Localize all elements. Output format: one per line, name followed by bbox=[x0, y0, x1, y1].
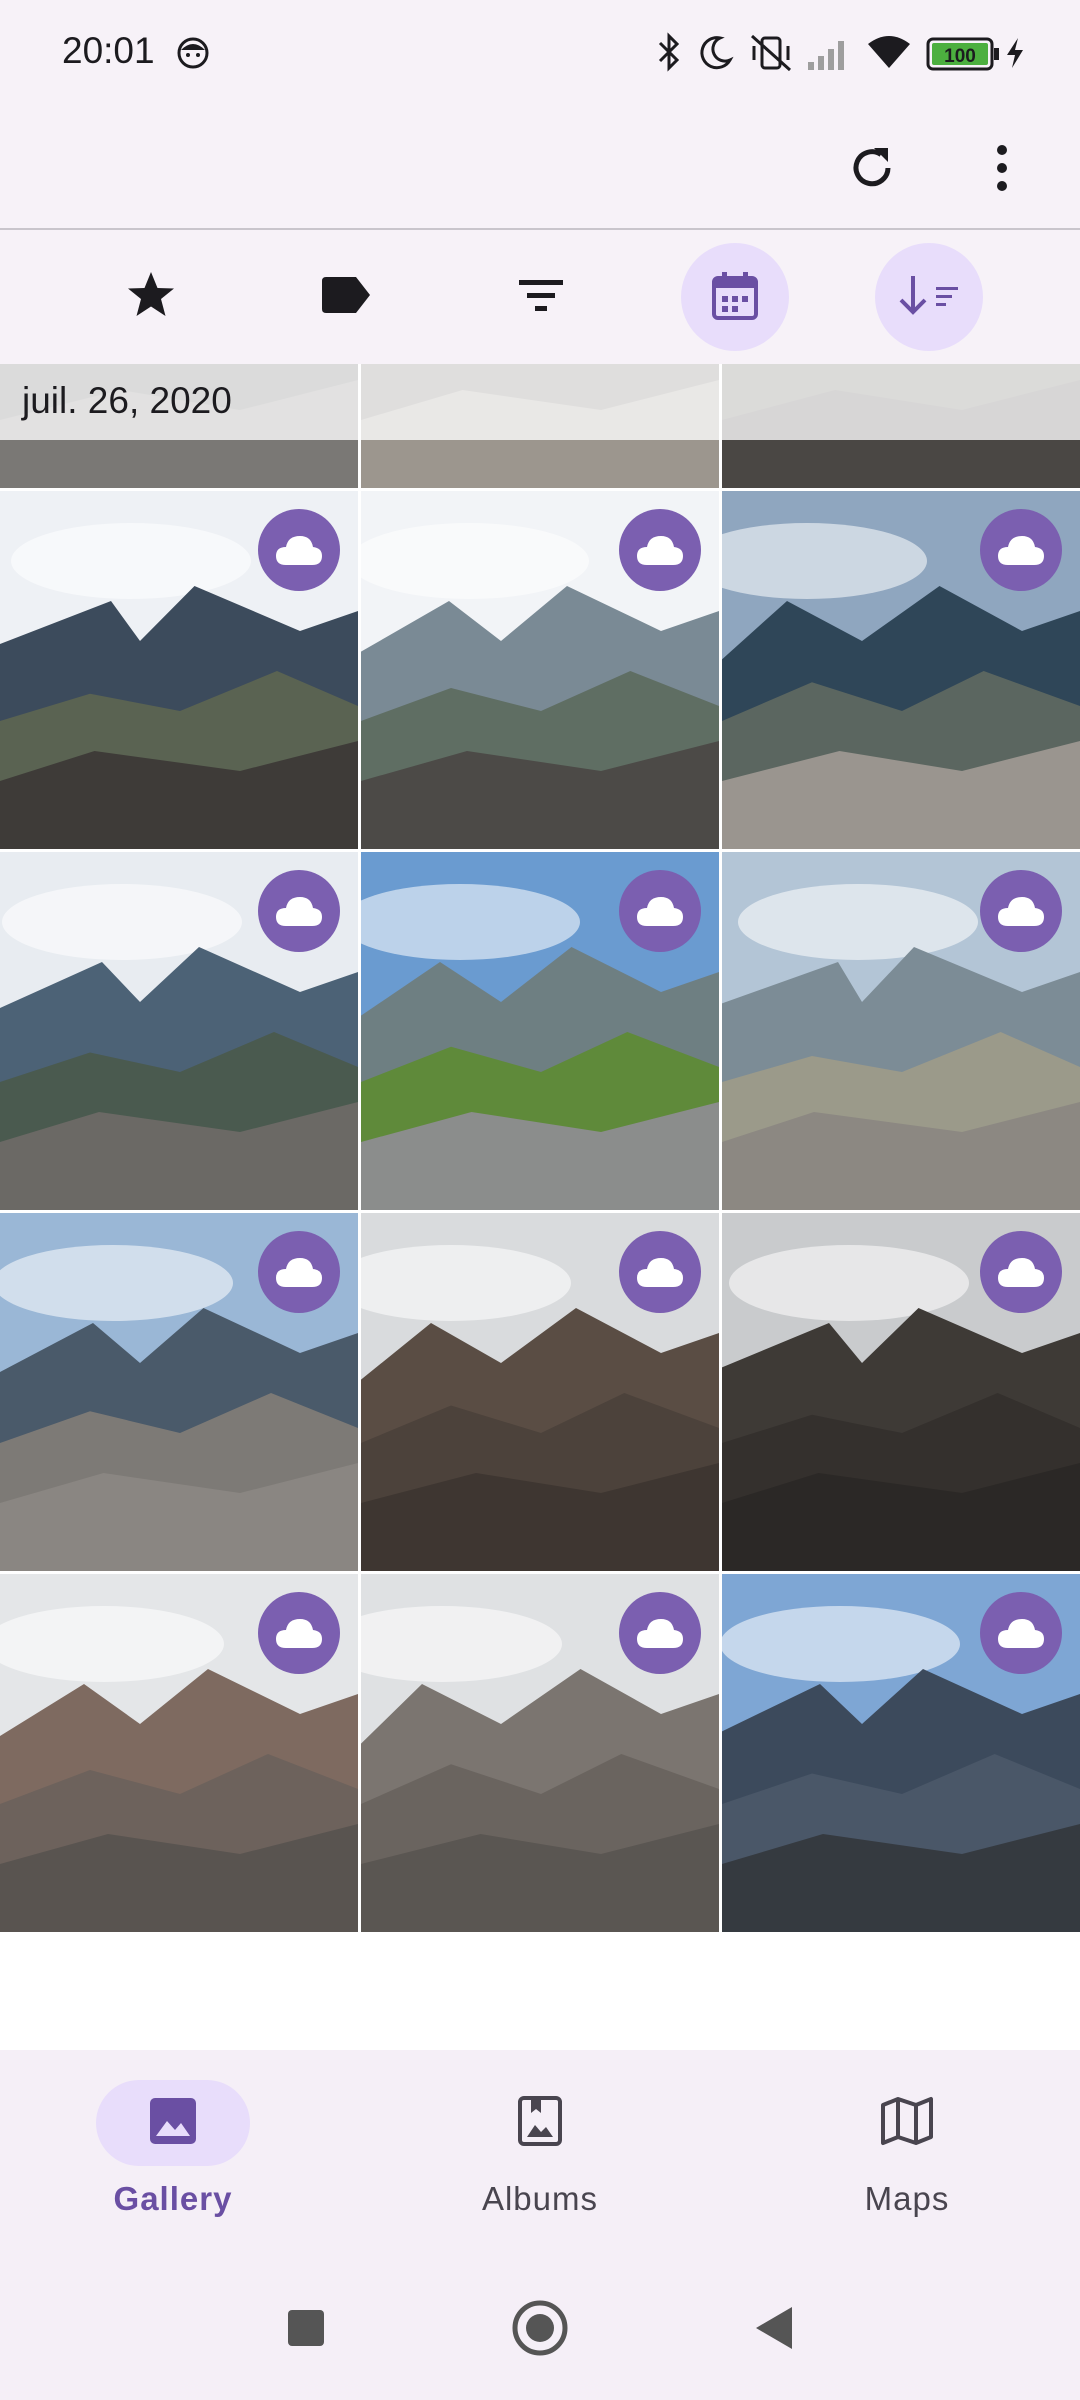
cloud-icon bbox=[637, 897, 683, 926]
photo-tile[interactable] bbox=[361, 1213, 719, 1571]
nav-gallery-indicator bbox=[96, 2080, 250, 2166]
vibrate-off-icon bbox=[748, 32, 794, 79]
cloud-synced-badge bbox=[258, 509, 340, 591]
nav-albums[interactable]: Albums bbox=[407, 2080, 707, 2230]
bottom-navigation: Gallery Albums Maps bbox=[0, 2050, 1080, 2250]
photo-tile[interactable] bbox=[361, 1574, 719, 1932]
date-section-label: juil. 26, 2020 bbox=[22, 380, 232, 421]
cloud-synced-badge bbox=[619, 509, 701, 591]
filter-icon bbox=[517, 277, 565, 318]
status-bar: 20:01 100 bbox=[0, 0, 1080, 104]
photo-tile[interactable] bbox=[722, 1213, 1080, 1571]
battery-level: 100 bbox=[944, 46, 976, 67]
photo-tile[interactable] bbox=[361, 491, 719, 849]
sort-order-button[interactable] bbox=[875, 243, 983, 351]
cloud-synced-badge bbox=[619, 1592, 701, 1674]
cloud-synced-badge bbox=[258, 1592, 340, 1674]
photo-tile[interactable] bbox=[0, 1213, 358, 1571]
nav-gallery-label: Gallery bbox=[113, 2180, 233, 2217]
nav-gallery[interactable]: Gallery bbox=[40, 2080, 340, 2230]
cloud-icon bbox=[637, 1619, 683, 1648]
cloud-icon bbox=[276, 897, 322, 926]
cloud-synced-badge bbox=[980, 870, 1062, 952]
filter-bar bbox=[0, 230, 1080, 364]
photo-tile[interactable] bbox=[0, 491, 358, 849]
star-icon bbox=[125, 269, 177, 326]
home-button[interactable] bbox=[504, 2294, 576, 2366]
photo-tile[interactable] bbox=[0, 1574, 358, 1932]
nav-albums-label: Albums bbox=[481, 2180, 599, 2217]
cloud-synced-badge bbox=[980, 509, 1062, 591]
cloud-synced-badge bbox=[980, 1592, 1062, 1674]
tags-filter-button[interactable] bbox=[292, 243, 400, 351]
bluetooth-icon bbox=[656, 32, 682, 77]
cloud-icon bbox=[637, 1258, 683, 1287]
nav-maps-indicator bbox=[830, 2080, 984, 2166]
cloud-icon bbox=[998, 1258, 1044, 1287]
photo-tile[interactable] bbox=[722, 491, 1080, 849]
cloud-synced-badge bbox=[619, 870, 701, 952]
cloud-synced-badge bbox=[619, 1231, 701, 1313]
photo-tile[interactable] bbox=[722, 1574, 1080, 1932]
photo-tile[interactable] bbox=[722, 852, 1080, 1210]
more-options-button[interactable] bbox=[952, 120, 1052, 220]
cloud-synced-badge bbox=[258, 870, 340, 952]
photo-grid: juil. 26, 2020 bbox=[0, 364, 1080, 2050]
home-icon bbox=[511, 2299, 569, 2362]
signal-icon bbox=[806, 36, 852, 77]
date-section-header: juil. 26, 2020 bbox=[0, 364, 1080, 440]
charging-icon bbox=[1004, 36, 1026, 75]
cloud-synced-badge bbox=[980, 1231, 1062, 1313]
more-vert-icon bbox=[994, 142, 1010, 199]
wifi-icon bbox=[866, 34, 912, 75]
cloud-icon bbox=[637, 536, 683, 565]
sort-descending-icon bbox=[896, 273, 962, 322]
cloud-icon bbox=[998, 1619, 1044, 1648]
cloud-icon bbox=[998, 897, 1044, 926]
album-icon bbox=[517, 2095, 563, 2152]
date-group-button[interactable] bbox=[681, 243, 789, 351]
back-icon bbox=[754, 2305, 794, 2356]
recents-icon bbox=[286, 2308, 326, 2353]
cloud-icon bbox=[276, 1258, 322, 1287]
image-icon bbox=[148, 2096, 198, 2151]
status-time: 20:01 bbox=[62, 30, 155, 71]
face-icon bbox=[176, 36, 210, 75]
moon-icon bbox=[696, 34, 734, 77]
label-icon bbox=[320, 275, 372, 320]
cloud-icon bbox=[998, 536, 1044, 565]
calendar-icon bbox=[711, 270, 759, 325]
map-icon bbox=[880, 2096, 934, 2151]
filter-button[interactable] bbox=[487, 243, 595, 351]
refresh-icon bbox=[844, 140, 900, 201]
favorites-filter-button[interactable] bbox=[97, 243, 205, 351]
photo-tile[interactable] bbox=[0, 852, 358, 1210]
cloud-icon bbox=[276, 536, 322, 565]
nav-maps[interactable]: Maps bbox=[774, 2080, 1074, 2230]
cloud-synced-badge bbox=[258, 1231, 340, 1313]
nav-maps-label: Maps bbox=[864, 2180, 950, 2217]
photo-tile[interactable] bbox=[361, 852, 719, 1210]
back-button[interactable] bbox=[738, 2294, 810, 2366]
recents-button[interactable] bbox=[270, 2294, 342, 2366]
battery-icon: 100 bbox=[926, 36, 1002, 77]
cloud-icon bbox=[276, 1619, 322, 1648]
nav-albums-indicator bbox=[463, 2080, 617, 2166]
system-navigation-bar bbox=[0, 2250, 1080, 2400]
refresh-button[interactable] bbox=[822, 120, 922, 220]
